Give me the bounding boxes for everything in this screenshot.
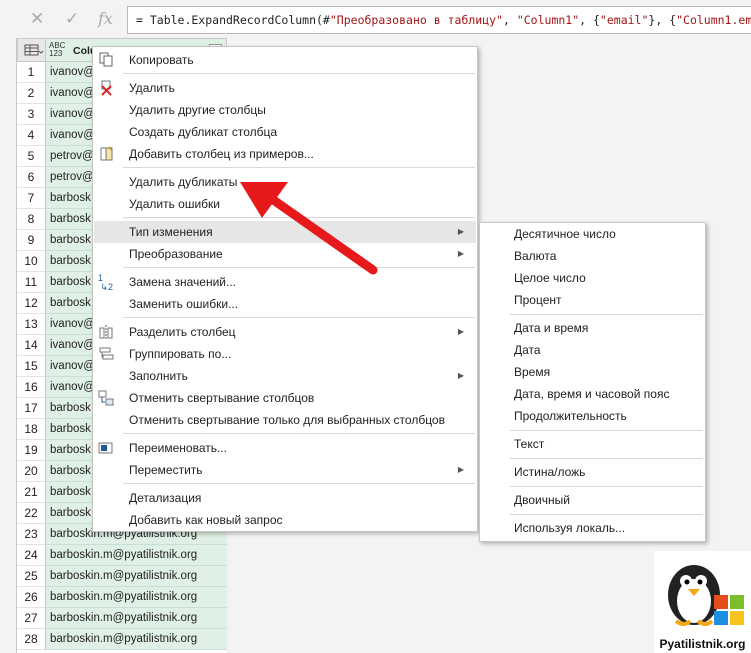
annotation-arrow bbox=[240, 182, 378, 275]
penguin-logo-icon bbox=[668, 565, 744, 626]
logo-caption: Pyatilistnik.org bbox=[659, 637, 746, 651]
site-logo: Pyatilistnik.org bbox=[654, 551, 751, 653]
